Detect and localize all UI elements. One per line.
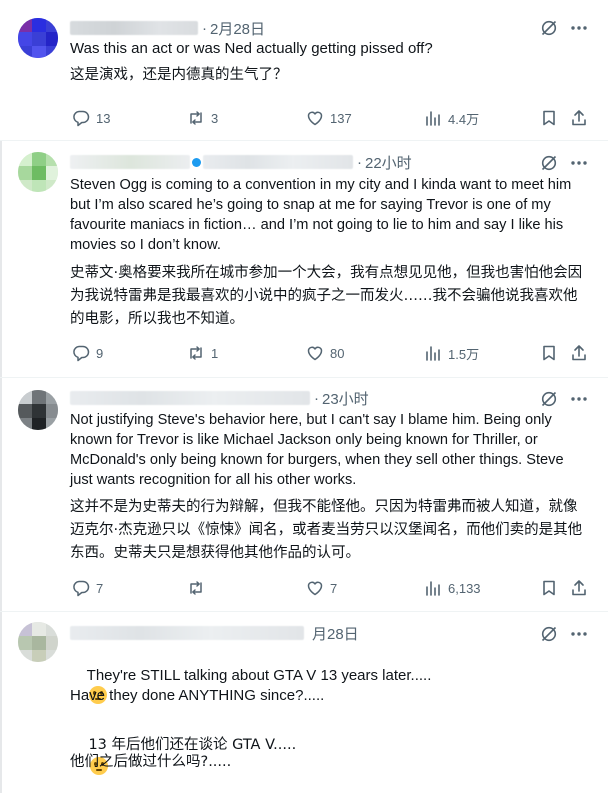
action-bar: 9 1 80 1.5万	[70, 342, 590, 364]
views-icon	[426, 346, 440, 361]
like-icon	[307, 581, 323, 596]
post-time[interactable]: 2月28日	[210, 18, 265, 39]
author-name[interactable]	[70, 391, 310, 405]
avatar[interactable]	[18, 390, 58, 430]
more-icon[interactable]	[570, 154, 588, 172]
author-name[interactable]	[70, 626, 304, 640]
dot-separator: ·	[202, 19, 207, 37]
dot-separator: ·	[357, 153, 362, 171]
frame-divider	[0, 612, 2, 793]
post-text-en: Was this an act or was Ned actually gett…	[70, 40, 433, 57]
avatar[interactable]	[18, 18, 58, 58]
post-header: 月28日	[70, 623, 359, 643]
like-icon	[307, 346, 323, 361]
post-time[interactable]: 22小时	[365, 152, 412, 173]
post-2[interactable]: · 22小时 Steven Ogg is coming to a convent…	[0, 141, 608, 378]
avatar[interactable]	[18, 152, 58, 192]
post-text-zh: 这并不是为史蒂夫的行为辩解，但我不能怪他。只因为特雷弗而被人知道，就像迈克尔·杰…	[70, 499, 583, 561]
post-3[interactable]: · 23小时 Not justifying Steve's behavior h…	[0, 378, 608, 612]
reply-button[interactable]: 7	[72, 579, 103, 597]
post-text-zh: 史蒂文·奥格要来我所在城市参加一个大会，我有点想见见他，但我也害怕他会因为我说特…	[70, 265, 583, 327]
post-time[interactable]: 月28日	[312, 623, 359, 644]
post-header: · 22小时	[70, 152, 412, 172]
action-bar: 13 3 137 4.4万	[70, 107, 590, 129]
post-1[interactable]: · 2月28日 Was this an act or was Ned actua…	[0, 0, 608, 141]
reply-count: 7	[96, 580, 104, 596]
avatar[interactable]	[18, 622, 58, 662]
post-header: · 2月28日	[70, 18, 265, 38]
reply-icon	[73, 110, 90, 127]
bookmark-icon	[543, 580, 555, 596]
author-name[interactable]	[70, 21, 198, 35]
views-icon	[426, 111, 440, 126]
author-name[interactable]	[70, 155, 190, 169]
bookmark-button[interactable]	[540, 109, 558, 127]
repost-button[interactable]: 3	[187, 109, 218, 127]
post-text-en: Not justifying Steve's behavior here, bu…	[70, 412, 568, 488]
verified-badge-icon	[192, 157, 201, 167]
views-button[interactable]: 1.5万	[424, 344, 479, 363]
views-button[interactable]: 4.4万	[424, 109, 479, 128]
views-count: 6,133	[448, 580, 481, 596]
like-icon	[307, 111, 323, 126]
views-count: 1.5万	[448, 346, 480, 362]
views-count: 4.4万	[448, 111, 480, 127]
reply-count: 13	[96, 110, 111, 126]
more-icon[interactable]	[570, 390, 588, 408]
bookmark-button[interactable]	[540, 579, 558, 597]
dot-separator: ·	[314, 389, 319, 407]
frame-divider	[0, 378, 2, 611]
views-button[interactable]: 6,133	[424, 579, 481, 597]
post-text-en-line-2: Have they done ANYTHING since?.....	[70, 687, 325, 704]
share-icon	[572, 110, 586, 126]
reply-count: 9	[96, 345, 104, 361]
repost-icon	[190, 581, 202, 595]
repost-button[interactable]: 1	[187, 344, 218, 362]
post-header: · 23小时	[70, 388, 369, 408]
action-bar: 7 7 6,133	[70, 577, 590, 599]
like-count: 7	[330, 580, 338, 596]
share-button[interactable]	[570, 579, 588, 597]
author-handle[interactable]	[203, 155, 353, 169]
repost-icon	[190, 346, 202, 360]
reply-icon	[73, 580, 90, 597]
reply-icon	[73, 345, 90, 362]
grok-icon[interactable]	[540, 625, 558, 643]
like-button[interactable]: 7	[306, 579, 337, 597]
post-text-zh-line-2: 他们之后做过什么吗?.....	[70, 754, 232, 770]
post-time[interactable]: 23小时	[322, 388, 369, 409]
share-button[interactable]	[570, 344, 588, 362]
frame-divider	[0, 141, 2, 377]
bookmark-icon	[543, 110, 555, 126]
share-button[interactable]	[570, 109, 588, 127]
repost-button[interactable]	[187, 579, 211, 597]
grok-icon[interactable]	[540, 154, 558, 172]
post-text-zh: 这是演戏，还是内德真的生气了？	[70, 67, 288, 83]
like-button[interactable]: 80	[306, 344, 344, 362]
reply-button[interactable]: 9	[72, 344, 103, 362]
grok-icon[interactable]	[540, 19, 558, 37]
repost-count: 1	[211, 345, 219, 361]
share-icon	[572, 580, 586, 596]
more-icon[interactable]	[570, 19, 588, 37]
bookmark-icon	[543, 345, 555, 361]
more-icon[interactable]	[570, 625, 588, 643]
repost-icon	[190, 111, 202, 125]
share-icon	[572, 345, 586, 361]
reply-button[interactable]: 13	[72, 109, 110, 127]
like-count: 80	[330, 345, 345, 361]
post-text-en-1: They're STILL talking about GTA V 13 yea…	[86, 667, 432, 684]
like-count: 137	[330, 110, 352, 126]
bookmark-button[interactable]	[540, 344, 558, 362]
like-button[interactable]: 137	[306, 109, 352, 127]
post-4[interactable]: 月28日 They're STILL talking about GTA V 1…	[0, 612, 608, 793]
views-icon	[426, 581, 440, 596]
post-text-en: Steven Ogg is coming to a convention in …	[70, 177, 576, 253]
repost-count: 3	[211, 110, 219, 126]
grok-icon[interactable]	[540, 390, 558, 408]
